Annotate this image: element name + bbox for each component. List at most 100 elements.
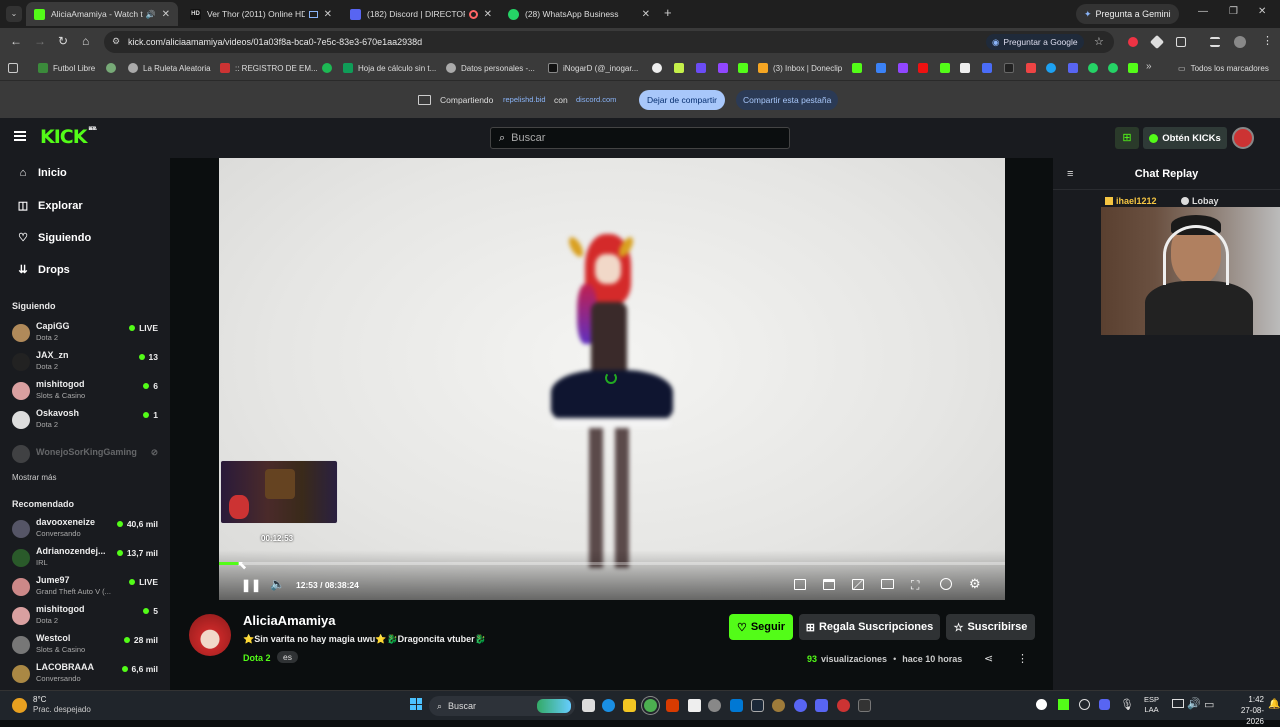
- pip-button[interactable]: [794, 579, 806, 590]
- bookmark-icon[interactable]: [898, 63, 908, 73]
- channel-item[interactable]: davooxeneize Conversando 40,6 mil: [12, 517, 162, 543]
- extension-icon[interactable]: [1128, 37, 1138, 47]
- extension-icon[interactable]: [1149, 34, 1165, 50]
- channel-item[interactable]: Jume97 Grand Theft Auto V (... LIVE: [12, 575, 162, 601]
- app-icon[interactable]: [688, 699, 701, 712]
- bookmark-icon[interactable]: [940, 63, 950, 73]
- channel-item[interactable]: JAX_zn Dota 2 13: [12, 350, 162, 376]
- bookmark-item[interactable]: [106, 60, 123, 76]
- address-bar[interactable]: ⚙ kick.com/aliciaamamiya/videos/01a03f8a…: [104, 31, 1114, 53]
- edge-icon[interactable]: [602, 699, 615, 712]
- back-button[interactable]: ←: [10, 34, 22, 48]
- apps-grid-icon[interactable]: [8, 63, 18, 73]
- video-player[interactable]: 00:12:53 ⬉ ❚❚ 🔈 12:53 / 08:38:24 ⛶ ⚙: [219, 158, 1005, 600]
- window-close-button[interactable]: ✕: [1258, 6, 1266, 17]
- volume-icon[interactable]: 🔊: [1187, 697, 1201, 710]
- fullscreen-button[interactable]: ⛶: [911, 578, 919, 593]
- app-icon[interactable]: [858, 699, 871, 712]
- tray-icon[interactable]: [1036, 699, 1047, 710]
- show-more-link[interactable]: Mostrar más: [12, 473, 56, 482]
- tray-icon[interactable]: [1099, 699, 1110, 710]
- nav-explore[interactable]: ◫ Explorar: [16, 199, 83, 213]
- bookmark-item[interactable]: iNogarD (@_inogar...: [548, 60, 638, 76]
- bookmark-icon[interactable]: [876, 63, 886, 73]
- chrome-menu-icon[interactable]: ⋮: [1262, 34, 1273, 47]
- channel-item[interactable]: LACOBRAAA Conversando 6,6 mil: [12, 662, 162, 688]
- gift-icon[interactable]: ⊞: [1115, 127, 1139, 149]
- app-icon[interactable]: [772, 699, 785, 712]
- gift-subs-button[interactable]: ⊞ Regala Suscripciones: [799, 614, 940, 640]
- clock[interactable]: 1:42 27-08-2026: [1226, 694, 1264, 727]
- gemini-button[interactable]: ✦ Pregunta a Gemini: [1076, 4, 1179, 24]
- bookmark-icon[interactable]: [1128, 63, 1138, 73]
- bookmark-icon[interactable]: [718, 63, 728, 73]
- ask-google-button[interactable]: ◉ Preguntar a Google: [986, 34, 1084, 50]
- close-icon[interactable]: ✕: [642, 9, 650, 20]
- tab-thor[interactable]: HD Ver Thor (2011) Online HD ✕: [182, 2, 340, 26]
- tab-whatsapp[interactable]: (28) WhatsApp Business ✕: [500, 2, 658, 26]
- bookmark-icon[interactable]: [852, 63, 862, 73]
- bookmark-icon[interactable]: [1108, 63, 1118, 73]
- task-view-icon[interactable]: [582, 699, 595, 712]
- stop-sharing-button[interactable]: Dejar de compartir: [639, 90, 725, 110]
- offline-channel[interactable]: WonejoSorKingGaming ⊘: [12, 442, 162, 468]
- battery-icon[interactable]: ▭: [1204, 698, 1214, 711]
- new-tab-button[interactable]: +: [664, 5, 672, 20]
- profile-avatar[interactable]: [1234, 36, 1246, 48]
- weather-icon[interactable]: [12, 698, 27, 713]
- tab-search-button[interactable]: ⌄: [6, 6, 22, 22]
- network-icon[interactable]: [1172, 699, 1184, 708]
- share-icon[interactable]: ⋖: [984, 652, 993, 665]
- more-bookmarks-icon[interactable]: »: [1146, 61, 1152, 72]
- all-bookmarks-folder[interactable]: ▭ Todos los marcadores: [1178, 60, 1269, 76]
- media-controls-icon[interactable]: [1210, 37, 1220, 47]
- low-latency-button[interactable]: [852, 579, 864, 590]
- nav-following[interactable]: ♡ Siguiendo: [16, 231, 91, 245]
- bookmark-icon[interactable]: [738, 63, 748, 73]
- chat-user[interactable]: ihael1212: [1105, 196, 1157, 206]
- bookmark-icon[interactable]: [674, 63, 684, 73]
- theater-mode-button[interactable]: [881, 579, 894, 589]
- bookmark-item[interactable]: La Ruleta Aleatoria: [128, 60, 211, 76]
- site-info-icon[interactable]: ⚙: [112, 36, 120, 47]
- get-kicks-button[interactable]: Obtén KICKs: [1143, 127, 1227, 149]
- subscribe-button[interactable]: ☆ Suscribirse: [946, 614, 1035, 640]
- file-explorer-icon[interactable]: [623, 699, 636, 712]
- language-tag[interactable]: es: [277, 651, 298, 663]
- bookmark-item[interactable]: :: REGISTRO DE EM...: [220, 60, 318, 76]
- pause-button[interactable]: ❚❚: [241, 578, 261, 592]
- menu-icon[interactable]: [14, 131, 26, 141]
- settings-gear-icon[interactable]: ⚙: [969, 576, 981, 592]
- volume-button[interactable]: 🔈: [270, 577, 285, 591]
- tab-discord[interactable]: (182) Discord | DIRECTORIO ✕: [342, 2, 500, 26]
- close-icon[interactable]: ✕: [484, 9, 492, 20]
- nav-home[interactable]: ⌂ Inicio: [16, 167, 67, 179]
- nav-drops[interactable]: ⇊ Drops: [16, 263, 69, 277]
- share-this-tab-button[interactable]: Compartir esta pestaña: [736, 90, 839, 110]
- channel-item[interactable]: mishitogod Slots & Casino 6: [12, 379, 162, 405]
- bookmark-item[interactable]: [322, 60, 337, 76]
- bookmark-item[interactable]: Futbol Libre: [38, 60, 95, 76]
- channel-item[interactable]: CapiGG Dota 2 LIVE: [12, 321, 162, 347]
- speed-button[interactable]: [940, 578, 952, 590]
- minimize-button[interactable]: —: [1198, 6, 1208, 17]
- bookmark-item[interactable]: (3) Inbox | Doneclip: [758, 60, 842, 76]
- close-icon[interactable]: ✕: [162, 9, 170, 20]
- follow-button[interactable]: ♡ Seguir: [729, 614, 793, 640]
- home-button[interactable]: ⌂: [82, 34, 89, 48]
- bookmark-icon[interactable]: [1004, 63, 1014, 73]
- microphone-icon[interactable]: 🎙: [1120, 698, 1134, 711]
- app-icon[interactable]: [794, 699, 807, 712]
- forward-button[interactable]: →: [34, 34, 46, 48]
- bookmark-icon[interactable]: [1026, 63, 1036, 73]
- bookmark-icon[interactable]: [982, 63, 992, 73]
- kick-logo[interactable]: KICK BETA: [40, 126, 97, 148]
- taskbar-search[interactable]: ⌕ Buscar: [429, 696, 575, 716]
- language-indicator[interactable]: ESP LAA: [1144, 695, 1159, 715]
- bookmark-icon[interactable]: [1068, 63, 1078, 73]
- bookmark-icon[interactable]: [960, 63, 970, 73]
- extensions-puzzle-icon[interactable]: [1176, 37, 1186, 47]
- streamer-name[interactable]: AliciaAmamiya: [243, 613, 336, 628]
- tab-kick[interactable]: AliciaAmamiya - Watch the 🔊 ✕: [26, 2, 178, 26]
- clip-button[interactable]: [823, 579, 835, 590]
